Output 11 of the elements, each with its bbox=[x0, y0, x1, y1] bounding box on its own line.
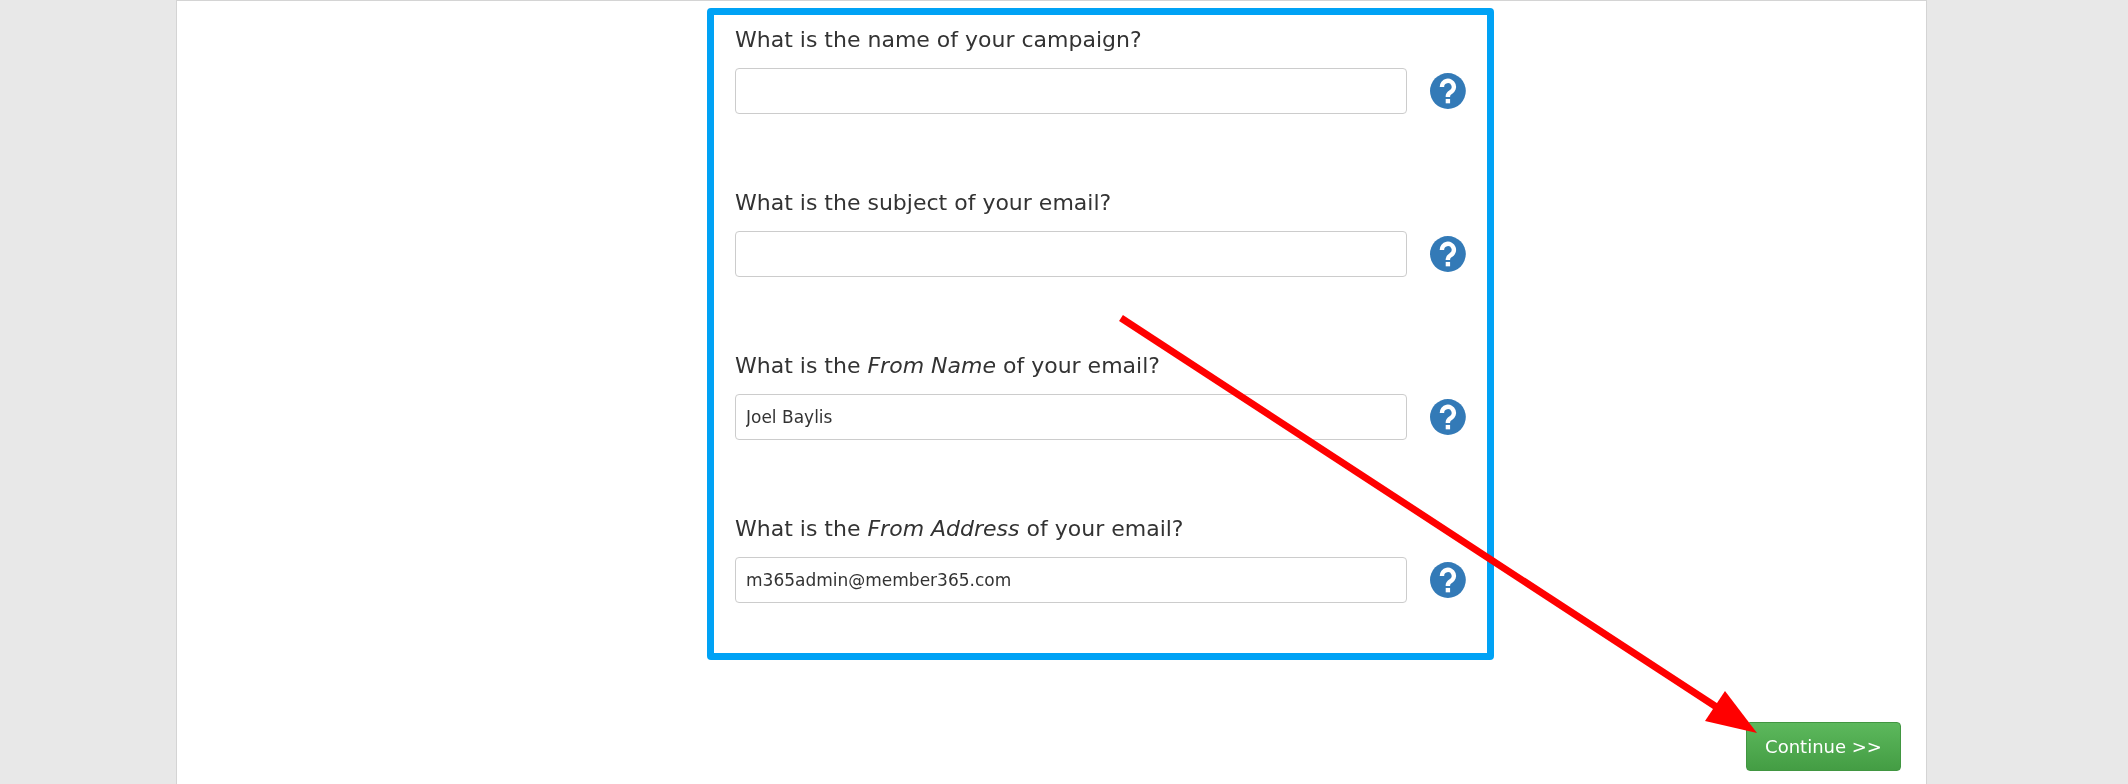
field-label: What is the subject of your email? bbox=[735, 189, 1113, 217]
input-field[interactable] bbox=[735, 231, 1408, 277]
help-icon[interactable] bbox=[1430, 562, 1466, 598]
field-label: What is the From Address of your email? bbox=[735, 515, 1185, 543]
input-field[interactable]: m365admin@member365.com bbox=[735, 557, 1408, 603]
help-icon[interactable] bbox=[1430, 73, 1466, 109]
field-label: What is the name of your campaign? bbox=[735, 26, 1143, 54]
field-label: What is the From Name of your email? bbox=[735, 352, 1161, 380]
help-icon[interactable] bbox=[1430, 399, 1466, 435]
input-field[interactable] bbox=[735, 68, 1408, 114]
help-icon[interactable] bbox=[1430, 236, 1466, 272]
